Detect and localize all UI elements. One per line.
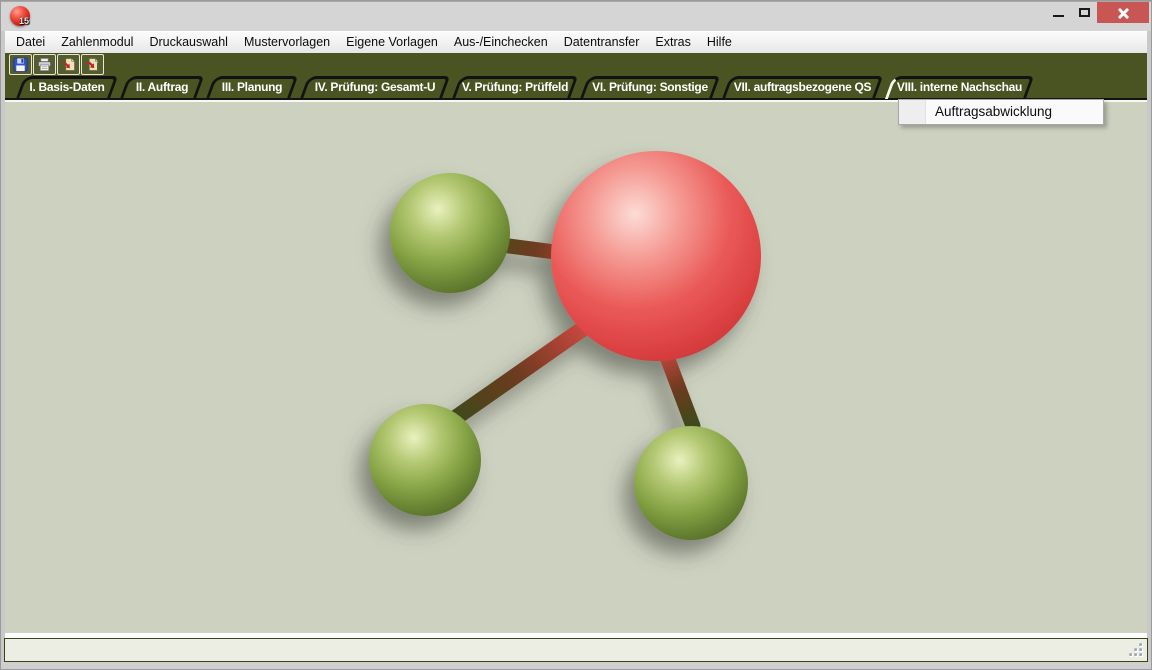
tab-label: II. Auftrag: [119, 76, 205, 98]
window-bottom-frame: [1, 662, 1151, 670]
document-red-arrow-icon: [61, 57, 76, 72]
tab-label: VI. Prüfung: Sonstige: [579, 76, 721, 98]
molecule-logo: [335, 124, 815, 584]
resize-grip[interactable]: [1128, 642, 1145, 659]
tab-planung[interactable]: III. Planung: [205, 76, 299, 98]
menu-hilfe[interactable]: Hilfe: [699, 32, 740, 53]
floppy-disk-icon: [13, 57, 28, 72]
save-button[interactable]: [9, 54, 32, 75]
menu-datentransfer[interactable]: Datentransfer: [556, 32, 648, 53]
tab-auftrag[interactable]: II. Auftrag: [119, 76, 205, 98]
tab-auftragsbezogene-qs[interactable]: VII. auftragsbezogene QS: [721, 76, 884, 98]
check-in-button[interactable]: [81, 54, 104, 75]
tab-label: VII. auftragsbezogene QS: [721, 76, 884, 98]
tab-pruefung-gesamt-u[interactable]: IV. Prüfung: Gesamt-U: [299, 76, 451, 98]
menu-item-auftragsabwicklung[interactable]: Auftragsabwicklung: [899, 100, 1103, 124]
check-out-button[interactable]: [57, 54, 80, 75]
printer-icon: [37, 57, 52, 72]
print-button[interactable]: [33, 54, 56, 75]
tab-pruefung-prueffeld[interactable]: V. Prüfung: Prüffeld: [451, 76, 579, 98]
menu-datei[interactable]: Datei: [8, 32, 53, 53]
document-red-arrow-icon: [85, 57, 100, 72]
menu-druckauswahl[interactable]: Druckauswahl: [141, 32, 236, 53]
close-button[interactable]: [1097, 2, 1149, 23]
tab-label: V. Prüfung: Prüffeld: [451, 76, 579, 98]
menu-extras[interactable]: Extras: [647, 32, 698, 53]
status-text: [5, 643, 11, 657]
window-controls: [1045, 2, 1149, 23]
menu-aus-einchecken[interactable]: Aus-/Einchecken: [446, 32, 556, 53]
menu-mustervorlagen[interactable]: Mustervorlagen: [236, 32, 338, 53]
menu-eigene-vorlagen[interactable]: Eigene Vorlagen: [338, 32, 446, 53]
minimize-icon: [1053, 15, 1064, 17]
tab-dropdown-menu: Auftragsabwicklung: [898, 99, 1104, 125]
app-window: 15 Datei Zahlenmodul Druckauswahl Muster…: [0, 0, 1152, 670]
maximize-button[interactable]: [1071, 2, 1097, 23]
tab-bar-filler: [1035, 76, 1147, 98]
tab-label: I. Basis-Daten: [15, 76, 119, 98]
close-icon: [1117, 7, 1129, 19]
status-bar: [4, 638, 1148, 662]
content-area: [5, 100, 1147, 633]
maximize-icon: [1079, 8, 1090, 17]
menu-bar: Datei Zahlenmodul Druckauswahl Mustervor…: [5, 31, 1147, 53]
tab-basis-daten[interactable]: I. Basis-Daten: [15, 76, 119, 98]
app-logo-icon: 15: [10, 6, 30, 26]
minimize-button[interactable]: [1045, 2, 1071, 23]
tab-pruefung-sonstige[interactable]: VI. Prüfung: Sonstige: [579, 76, 721, 98]
menu-zahlenmodul[interactable]: Zahlenmodul: [53, 32, 141, 53]
app-logo-badge: 15: [19, 16, 29, 26]
tab-label: VIII. interne Nachschau: [884, 76, 1035, 98]
tab-label: IV. Prüfung: Gesamt-U: [299, 76, 451, 98]
title-bar: 15: [1, 1, 1151, 31]
tab-bar: I. Basis-Daten II. Auftrag III. Planung …: [5, 76, 1147, 100]
tab-interne-nachschau[interactable]: VIII. interne Nachschau: [884, 76, 1035, 98]
tool-bar: [5, 53, 1147, 76]
tab-label: III. Planung: [205, 76, 299, 98]
